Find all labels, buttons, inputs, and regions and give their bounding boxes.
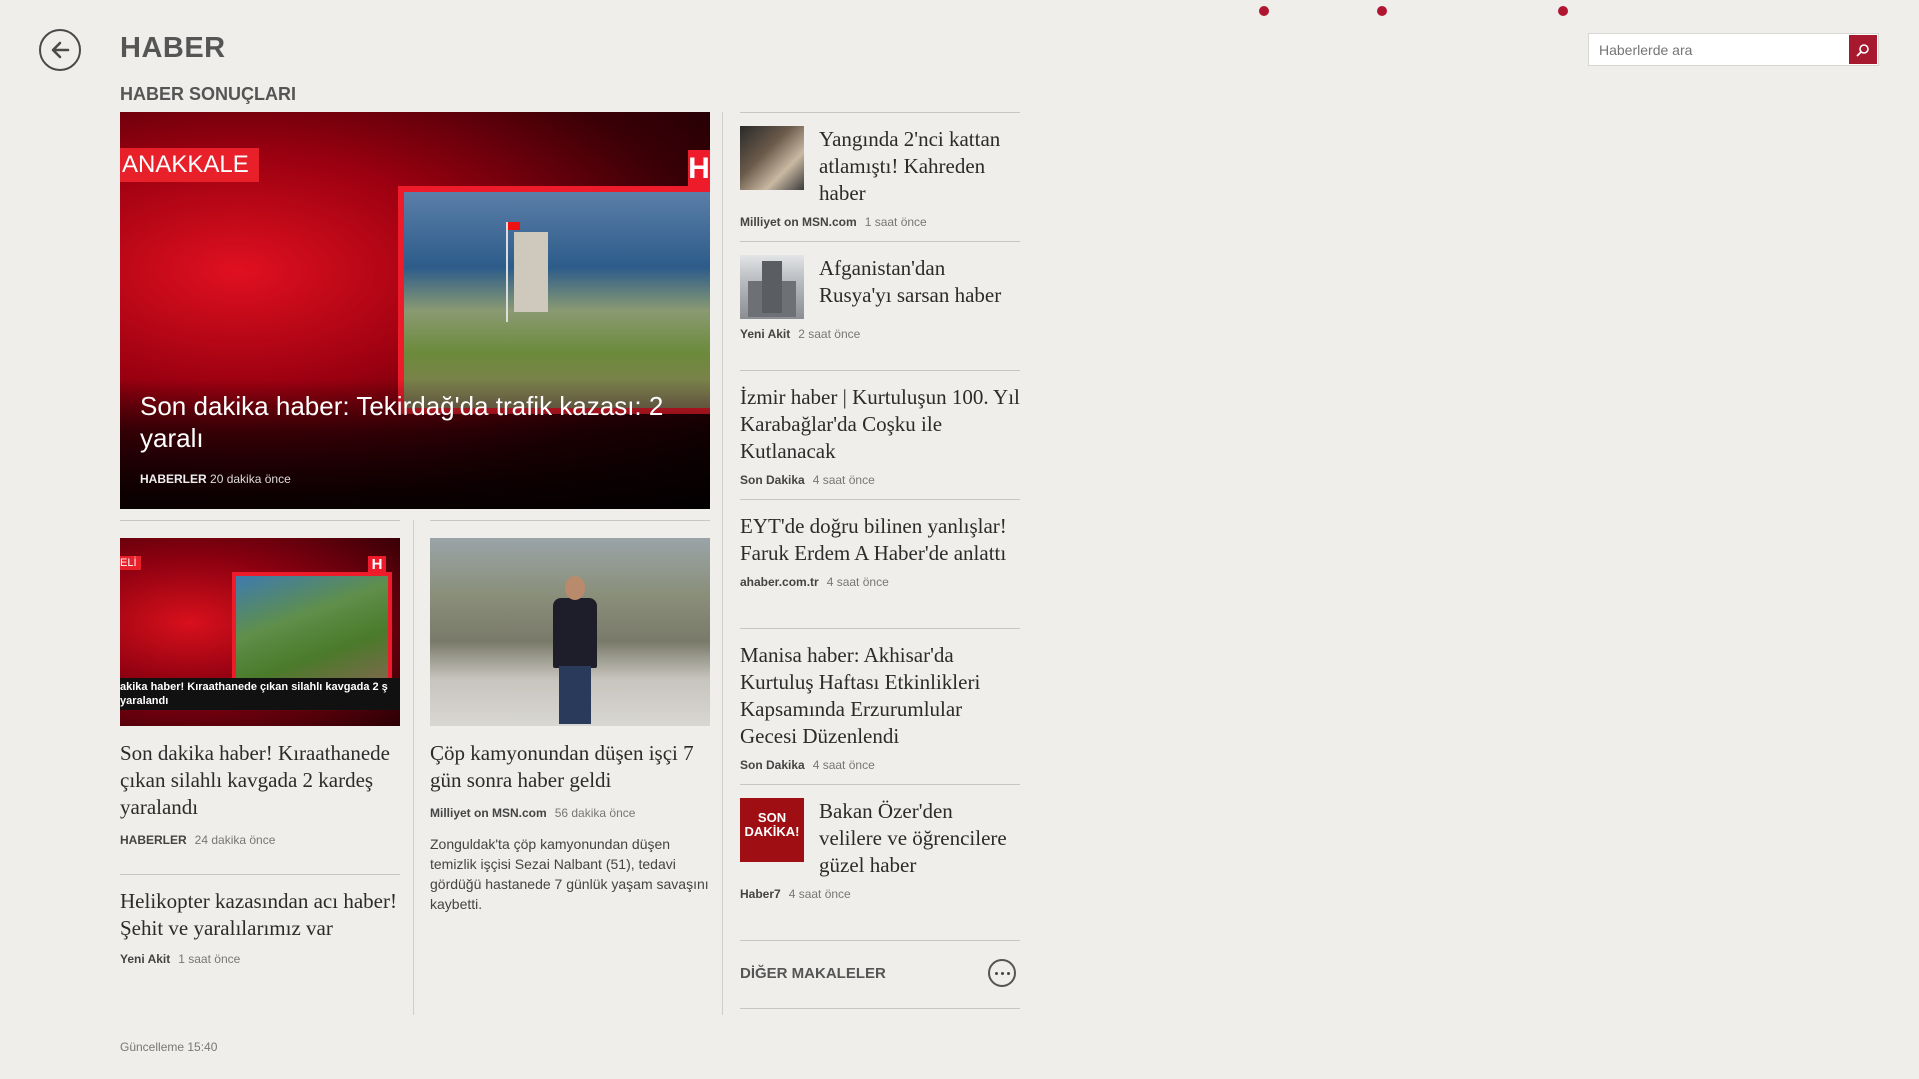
article-source: Son Dakika <box>740 758 805 772</box>
back-button[interactable] <box>39 29 81 71</box>
article-thumbnail: SON DAKİKA! <box>740 798 804 862</box>
article-time: 4 saat önce <box>812 473 875 487</box>
article-title: EYT'de doğru bilinen yanlışlar! Faruk Er… <box>740 514 1007 565</box>
article-source: Milliyet on MSN.com <box>740 215 857 229</box>
article-meta: Son Dakika 4 saat önce <box>740 465 1020 487</box>
more-articles-button[interactable] <box>988 959 1016 987</box>
thumbnail-caption: akika haber! Kıraathanede çıkan silahlı … <box>120 678 400 710</box>
divider <box>413 520 414 1015</box>
article-meta: Son Dakika 4 saat önce <box>740 750 1020 772</box>
loading-dot <box>1558 6 1568 16</box>
divider <box>740 370 1020 371</box>
right-article-3[interactable]: İzmir haber | Kurtuluşun 100. Yıl Karaba… <box>740 384 1020 487</box>
article-source: Son Dakika <box>740 473 805 487</box>
article-source: Yeni Akit <box>740 327 791 341</box>
divider <box>740 940 1020 941</box>
right-article-1[interactable]: Yangında 2'nci kattan atlamıştı! Kahrede… <box>740 126 1020 229</box>
article-title: Çöp kamyonundan düşen işçi 7 gün sonra h… <box>430 741 694 792</box>
divider <box>740 112 1020 113</box>
article-meta: Milliyet on MSN.com 56 dakika önce <box>430 806 710 820</box>
search-icon <box>1856 43 1869 56</box>
last-updated: Güncelleme 15:40 <box>120 1040 218 1054</box>
article-source: HABERLER <box>120 833 187 847</box>
article-time: 1 saat önce <box>864 215 927 229</box>
article-time: 4 saat önce <box>812 758 875 772</box>
right-article-6[interactable]: SON DAKİKA! Bakan Özer'den velilere ve ö… <box>740 798 1020 901</box>
article-meta: HABERLER 24 dakika önce <box>120 833 400 847</box>
hero-image-tag: ANAKKALE <box>120 148 259 182</box>
hero-source: HABERLER <box>140 472 207 486</box>
article-meta: Yeni Akit 1 saat önce <box>120 952 400 966</box>
divider <box>120 520 400 521</box>
article-time: 1 saat önce <box>178 952 241 966</box>
article-time: 4 saat önce <box>826 575 889 589</box>
hero-title: Son dakika haber: Tekirdağ'da trafik kaz… <box>140 391 664 453</box>
article-source: Haber7 <box>740 887 781 901</box>
article-source: Milliyet on MSN.com <box>430 806 547 820</box>
middle-article[interactable]: Çöp kamyonundan düşen işçi 7 gün sonra h… <box>430 538 710 914</box>
left-article-2[interactable]: Helikopter kazasından acı haber! Şehit v… <box>120 888 400 966</box>
article-thumbnail <box>740 255 804 319</box>
right-article-5[interactable]: Manisa haber: Akhisar'da Kurtuluş Haftas… <box>740 642 1020 772</box>
loading-dot <box>1259 6 1269 16</box>
divider <box>722 112 723 1015</box>
article-time: 2 saat önce <box>798 327 861 341</box>
article-source: Yeni Akit <box>120 952 171 966</box>
right-article-2[interactable]: Afganistan'dan Rusya'yı sarsan haber Yen… <box>740 255 1020 341</box>
divider <box>740 784 1020 785</box>
article-thumbnail <box>740 126 804 190</box>
search-button[interactable] <box>1849 35 1877 64</box>
divider <box>740 1008 1020 1009</box>
page-title: HABER <box>120 32 226 64</box>
thumbnail-logo: H <box>368 556 386 574</box>
divider <box>430 520 710 521</box>
article-source: ahaber.com.tr <box>740 575 819 589</box>
more-articles-link[interactable]: DİĞER MAKALELER <box>740 965 886 982</box>
hero-logo: H <box>688 150 710 188</box>
hero-meta: HABERLER 20 dakika önce <box>140 472 291 486</box>
article-meta: ahaber.com.tr 4 saat önce <box>740 567 1020 589</box>
loading-dot <box>1377 6 1387 16</box>
article-meta: Milliyet on MSN.com 1 saat önce <box>740 207 1020 229</box>
article-meta: Haber7 4 saat önce <box>740 879 1020 901</box>
divider <box>740 241 1020 242</box>
article-title: Manisa haber: Akhisar'da Kurtuluş Haftas… <box>740 643 981 748</box>
divider <box>740 499 1020 500</box>
search-input[interactable] <box>1589 34 1859 65</box>
article-title: İzmir haber | Kurtuluşun 100. Yıl Karaba… <box>740 385 1020 463</box>
article-thumbnail <box>430 538 710 726</box>
left-article-1[interactable]: ELİ H akika haber! Kıraathanede çıkan si… <box>120 538 400 847</box>
thumbnail-tag: ELİ <box>120 556 141 570</box>
section-title: HABER SONUÇLARI <box>120 84 297 104</box>
article-time: 24 dakika önce <box>194 833 276 847</box>
article-time: 4 saat önce <box>788 887 851 901</box>
divider <box>740 628 1020 629</box>
right-article-4[interactable]: EYT'de doğru bilinen yanlışlar! Faruk Er… <box>740 513 1020 589</box>
article-title: Son dakika haber! Kıraathanede çıkan sil… <box>120 741 390 819</box>
article-meta: Yeni Akit 2 saat önce <box>740 319 1020 341</box>
more-dots-icon <box>994 971 998 975</box>
hero-time: 20 dakika önce <box>210 472 291 486</box>
article-description: Zonguldak'ta çöp kamyonundan düşen temiz… <box>430 836 709 912</box>
article-title: Helikopter kazasından acı haber! Şehit v… <box>120 889 397 940</box>
arrow-left-icon <box>51 41 70 59</box>
article-thumbnail: ELİ H akika haber! Kıraathanede çıkan si… <box>120 538 400 726</box>
article-time: 56 dakika önce <box>554 806 636 820</box>
hero-article[interactable]: ANAKKALE H Son dakika haber: Tekirdağ'da… <box>120 112 710 509</box>
divider <box>120 874 400 875</box>
search-box <box>1588 33 1879 66</box>
